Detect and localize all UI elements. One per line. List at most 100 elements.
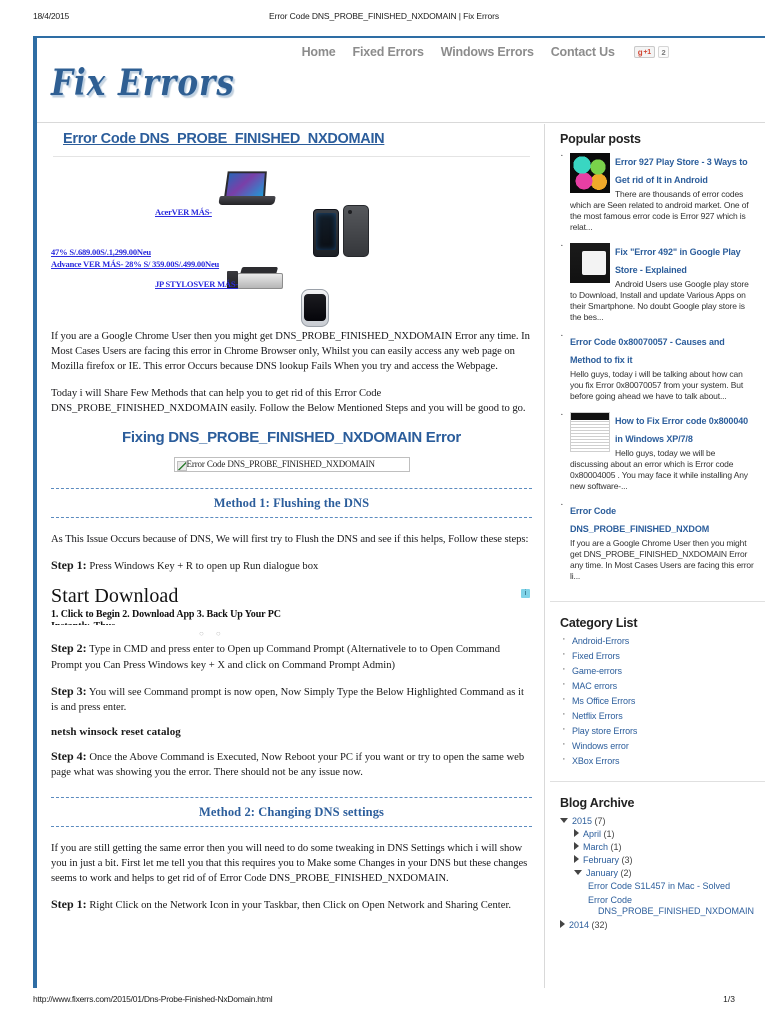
step-1-text: Press Windows Key + R to open up Run dia…: [86, 561, 319, 573]
sidebar-item-ms-office-errors[interactable]: Ms Office Errors: [560, 693, 755, 706]
sidebar-item-fixed-errors[interactable]: Fixed Errors: [560, 648, 755, 661]
archive-month-april[interactable]: April (1): [574, 829, 755, 839]
sidebar-item-android-errors[interactable]: Android-Errors: [560, 633, 755, 646]
title-divider: [53, 156, 530, 157]
popular-posts-heading: Popular posts: [560, 132, 641, 146]
popular-post-title[interactable]: Error 927 Play Store - 3 Ways to Get rid…: [615, 157, 748, 185]
list-item[interactable]: Fix "Error 492" in Google Play Store - E…: [560, 240, 755, 323]
popular-post-title[interactable]: How to Fix Error code 0x800040 in Window…: [615, 416, 748, 444]
archive-month-april-label[interactable]: April: [583, 829, 601, 839]
popular-post-title[interactable]: Error Code 0x80070057 - Causes and Metho…: [570, 337, 725, 365]
archive-year-2014[interactable]: 2014 (32): [560, 920, 755, 930]
site-logo[interactable]: Fix Errors: [51, 62, 235, 104]
widget-blog-archive: Blog Archive 2015 (7) April (1) March (1…: [550, 788, 765, 943]
download-ad-banner[interactable]: Start Download 1. Click to Begin 2. Down…: [51, 585, 532, 638]
chevron-right-icon[interactable]: [574, 855, 579, 863]
download-ad-subtitle-clipped: Instantly. Thus: [51, 621, 532, 625]
google-plus-icon: g: [637, 47, 643, 57]
nav-item-fixed-errors[interactable]: Fixed Errors: [353, 45, 424, 59]
archive-month-january[interactable]: January (2): [574, 868, 755, 878]
list-item[interactable]: Error Code 0x80070057 - Causes and Metho…: [560, 330, 755, 402]
archive-post-s1l457[interactable]: Error Code S1L457 in Mac - Solved: [588, 881, 755, 892]
download-ad-title: Start Download: [51, 585, 179, 608]
sidebar-item-game-errors[interactable]: Game-errors: [560, 663, 755, 676]
google-plus-one-count: 2: [658, 46, 669, 58]
list-item[interactable]: Error 927 Play Store - 3 Ways to Get rid…: [560, 150, 755, 233]
chevron-right-icon[interactable]: [574, 829, 579, 837]
smartphone-back-product-image: [343, 205, 369, 257]
plus-one-label: +1: [643, 48, 651, 56]
download-ad-subtitle: 1. Click to Begin 2. Download App 3. Bac…: [51, 609, 281, 621]
popular-post-title[interactable]: Fix "Error 492" in Google Play Store - E…: [615, 247, 741, 275]
method-1-title: Method 1: Flushing the DNS: [213, 496, 370, 511]
archive-year-2014-label[interactable]: 2014: [569, 920, 589, 930]
ad-link-advance-359[interactable]: Advance VER MÁS- 28% S/ 359.00S/.499.00N…: [51, 259, 219, 269]
download-ad-carousel-dots[interactable]: ○ ○: [199, 629, 226, 638]
archive-month-march[interactable]: March (1): [574, 842, 755, 852]
print-document-title: Error Code DNS_PROBE_FINISHED_NXDOMAIN |…: [269, 11, 499, 21]
archive-month-january-label[interactable]: January: [586, 868, 618, 878]
chevron-right-icon[interactable]: [574, 842, 579, 850]
chevron-down-icon[interactable]: [574, 870, 582, 875]
popular-post-snippet: Hello guys, today we will be discussing …: [570, 448, 748, 491]
method-2-title: Method 2: Changing DNS settings: [198, 804, 385, 819]
sidebar-item-xbox-errors[interactable]: XBox Errors: [560, 753, 755, 766]
archive-month-february[interactable]: February (3): [574, 855, 755, 865]
method-2-intro: If you are still getting the same error …: [51, 842, 528, 885]
archive-month-march-count: (1): [610, 842, 622, 852]
nav-item-windows-errors[interactable]: Windows Errors: [441, 45, 534, 59]
android-robot-icon: [570, 153, 610, 193]
method-1-step-3: Step 3: You will see Command prompt is n…: [51, 684, 532, 715]
sidebar-item-netflix-errors[interactable]: Netflix Errors: [560, 708, 755, 721]
popular-post-snippet: Android Users use Google play store to D…: [570, 279, 749, 322]
sidebar-item-mac-errors[interactable]: MAC errors: [560, 678, 755, 691]
play-store-box-icon: [570, 243, 610, 283]
page-top-rule: [33, 36, 765, 38]
archive-post-dns-probe[interactable]: Error Code DNS_PROBE_FINISHED_NXDOMAIN: [588, 895, 755, 917]
ad-link-discount-689[interactable]: 47% S/.689.00S/.1,299.00Neu: [51, 247, 151, 257]
print-source-url: http://www.fixerrs.com/2015/01/Dns-Probe…: [33, 994, 273, 1004]
chevron-down-icon[interactable]: [560, 818, 568, 823]
sidebar-item-play-store-errors[interactable]: Play store Errors: [560, 723, 755, 736]
step-4-label: Step 4:: [51, 749, 87, 764]
fixing-heading: Fixing DNS_PROBE_FINISHED_NXDOMAIN Error: [122, 429, 461, 447]
page-title[interactable]: Error Code DNS_PROBE_FINISHED_NXDOMAIN: [63, 131, 532, 147]
adchoices-info-icon[interactable]: i: [521, 589, 530, 599]
popular-post-title[interactable]: Error Code DNS_PROBE_FINISHED_NXDOM: [570, 506, 709, 534]
nav-item-home[interactable]: Home: [302, 45, 336, 59]
sidebar-item-windows-error[interactable]: Windows error: [560, 738, 755, 751]
popular-post-snippet: Hello guys, today i will be talking abou…: [570, 369, 744, 401]
google-plus-one-widget[interactable]: g +1 2: [633, 46, 669, 58]
product-ad-block[interactable]: AcerVER MÁS- 47% S/.689.00S/.1,299.00Neu…: [51, 163, 532, 327]
document-icon: [570, 412, 610, 452]
chevron-right-icon[interactable]: [560, 920, 565, 928]
archive-year-2014-count: (32): [591, 920, 608, 930]
list-item[interactable]: Error Code DNS_PROBE_FINISHED_NXDOM If y…: [560, 499, 755, 582]
archive-year-2015-label[interactable]: 2015: [572, 816, 592, 826]
method-1-header: Method 1: Flushing the DNS: [51, 488, 532, 519]
print-page-number: 1/3: [723, 994, 735, 1004]
intro-paragraph-1: If you are a Google Chrome User then you…: [51, 331, 530, 373]
m2-step-1-label: Step 1:: [51, 897, 87, 912]
method-1-intro: As This Issue Occurs because of DNS, We …: [51, 534, 529, 546]
intro-paragraph-2: Today i will Share Few Methods that can …: [51, 387, 526, 414]
print-header: 18/4/2015 Error Code DNS_PROBE_FINISHED_…: [0, 11, 768, 27]
ad-link-acer[interactable]: AcerVER MÁS-: [155, 207, 212, 217]
netsh-command: netsh winsock reset catalog: [51, 726, 181, 739]
category-list-heading: Category List: [560, 616, 638, 630]
popular-posts-list: Error 927 Play Store - 3 Ways to Get rid…: [560, 150, 755, 582]
list-item[interactable]: How to Fix Error code 0x800040 in Window…: [560, 409, 755, 492]
step-3-label: Step 3:: [51, 683, 87, 698]
archive-month-march-label[interactable]: March: [583, 842, 608, 852]
method-2-step-1: Step 1: Right Click on the Network Icon …: [51, 897, 532, 913]
archive-month-february-label[interactable]: February: [583, 855, 619, 865]
smartphone-front-product-image: [313, 209, 339, 257]
archive-year-2015[interactable]: 2015 (7): [560, 816, 755, 826]
samsung-phone-product-image: [301, 289, 329, 327]
ad-link-jp-stylos[interactable]: JP STYLOSVER MÁS-: [155, 279, 238, 289]
print-footer: http://www.fixerrs.com/2015/01/Dns-Probe…: [0, 994, 768, 1008]
category-list: Android-Errors Fixed Errors Game-errors …: [560, 633, 755, 766]
nav-item-contact-us[interactable]: Contact Us: [551, 45, 615, 59]
main-navigation: Home Fixed Errors Windows Errors Contact…: [302, 45, 669, 59]
google-plus-one-button[interactable]: g +1: [633, 46, 655, 58]
